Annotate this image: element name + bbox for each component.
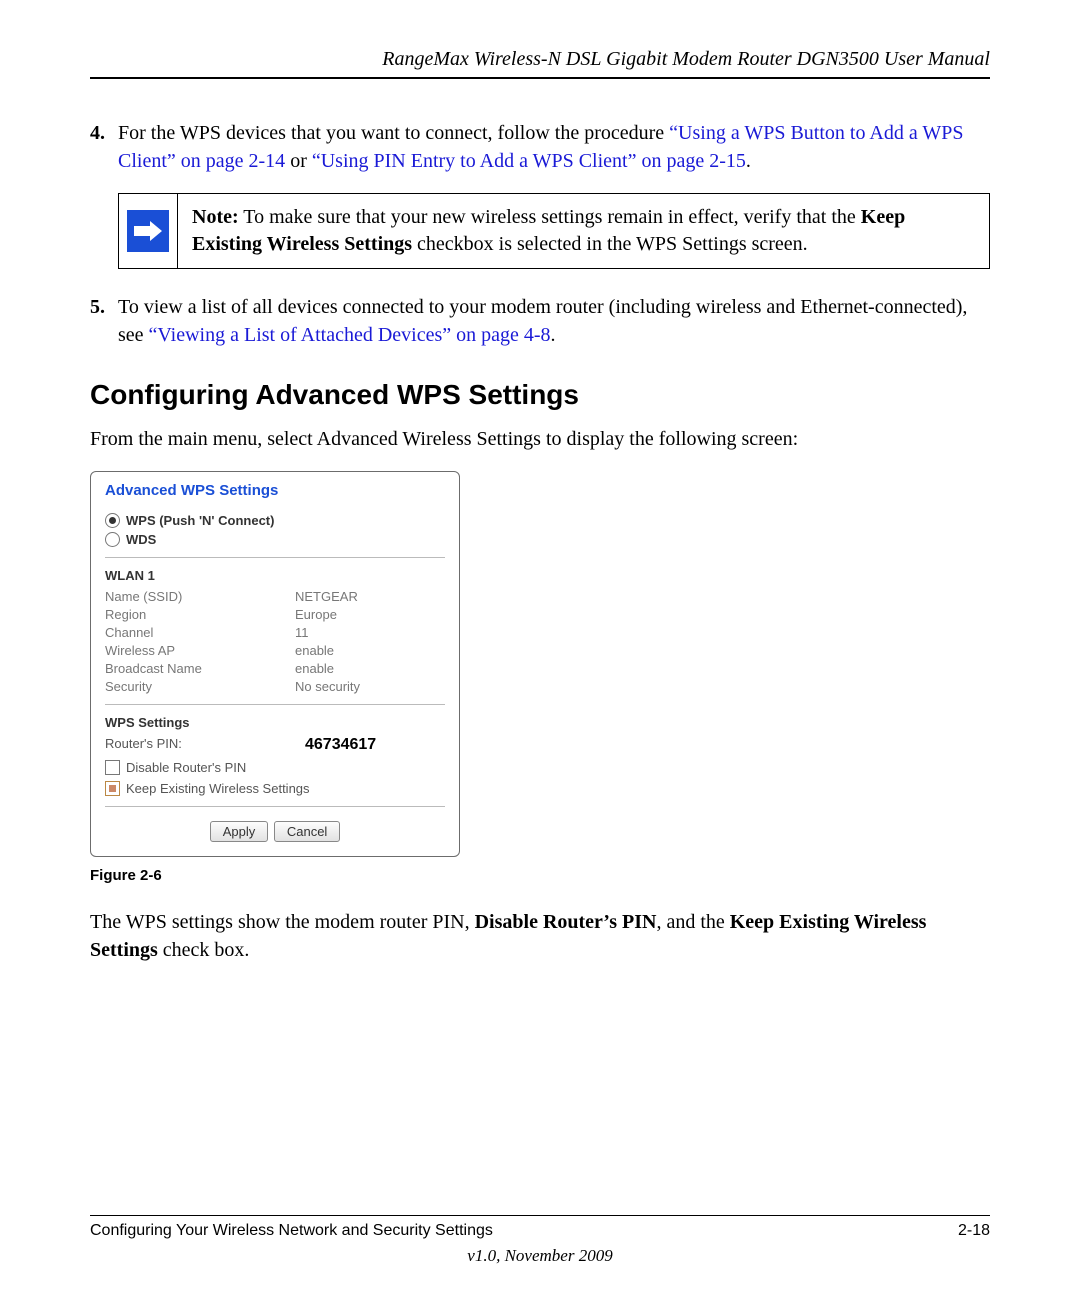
kv-row: RegionEurope [105, 607, 445, 622]
kv-row: Broadcast Nameenable [105, 661, 445, 676]
radio-wps[interactable]: WPS (Push 'N' Connect) [105, 513, 445, 528]
figure-caption: Figure 2-6 [90, 867, 990, 884]
kv-val: enable [295, 643, 334, 658]
page-number: 2-18 [958, 1222, 990, 1240]
step-4: 4. For the WPS devices that you want to … [90, 119, 990, 175]
arrow-right-icon [127, 210, 169, 252]
wlan-section: WLAN 1 Name (SSID)NETGEAR RegionEurope C… [105, 568, 445, 694]
note-icon-cell [119, 194, 178, 268]
advanced-wps-panel: Advanced WPS Settings WPS (Push 'N' Conn… [90, 471, 460, 857]
kv-key: Broadcast Name [105, 661, 295, 676]
text: For the WPS devices that you want to con… [118, 122, 669, 144]
section-heading: Configuring Advanced WPS Settings [90, 379, 990, 411]
step-num: 5. [90, 293, 118, 349]
step-5: 5. To view a list of all devices connect… [90, 293, 990, 349]
kv-val: Europe [295, 607, 337, 622]
kv-row-pin: Router's PIN: 46734617 [105, 736, 445, 754]
page-footer: Configuring Your Wireless Network and Se… [90, 1215, 990, 1266]
kv-val: No security [295, 679, 360, 694]
divider [105, 806, 445, 807]
radio-label: WPS (Push 'N' Connect) [126, 513, 274, 528]
text: . [746, 150, 751, 172]
step-num: 4. [90, 119, 118, 175]
button-row: Apply Cancel [105, 821, 445, 842]
kv-val: 11 [295, 625, 309, 640]
kv-val: NETGEAR [295, 589, 358, 604]
note-text: Note: To make sure that your new wireles… [178, 194, 989, 268]
footer-version: v1.0, November 2009 [90, 1246, 990, 1266]
kv-row: Wireless APenable [105, 643, 445, 658]
kv-key: Channel [105, 625, 295, 640]
note-box: Note: To make sure that your new wireles… [118, 193, 990, 269]
closing-paragraph: The WPS settings show the modem router P… [90, 908, 990, 964]
xref-link[interactable]: “Viewing a List of Attached Devices” on … [149, 324, 551, 346]
text: To make sure that your new wireless sett… [239, 206, 861, 228]
pin-label: Router's PIN: [105, 736, 305, 754]
running-header: RangeMax Wireless-N DSL Gigabit Modem Ro… [90, 48, 990, 79]
checkbox-icon [105, 760, 120, 775]
checkbox-disable-pin[interactable]: Disable Router's PIN [105, 760, 445, 775]
text: or [285, 150, 312, 172]
apply-button[interactable]: Apply [210, 821, 269, 842]
checkbox-label: Disable Router's PIN [126, 760, 246, 775]
bold-term: Disable Router’s PIN [475, 911, 657, 933]
text: . [551, 324, 556, 346]
intro-paragraph: From the main menu, select Advanced Wire… [90, 425, 990, 453]
panel-title: Advanced WPS Settings [105, 482, 445, 499]
wlan-heading: WLAN 1 [105, 568, 445, 583]
step-body: To view a list of all devices connected … [118, 293, 990, 349]
checkbox-keep-settings[interactable]: Keep Existing Wireless Settings [105, 781, 445, 796]
kv-key: Name (SSID) [105, 589, 295, 604]
kv-row: SecurityNo security [105, 679, 445, 694]
kv-key: Security [105, 679, 295, 694]
text: The WPS settings show the modem router P… [90, 911, 475, 933]
kv-row: Channel11 [105, 625, 445, 640]
xref-link[interactable]: “Using PIN Entry to Add a WPS Client” on… [312, 150, 746, 172]
kv-key: Wireless AP [105, 643, 295, 658]
divider [105, 557, 445, 558]
footer-chapter: Configuring Your Wireless Network and Se… [90, 1222, 493, 1240]
kv-key: Region [105, 607, 295, 622]
radio-label: WDS [126, 532, 156, 547]
checkbox-icon [105, 781, 120, 796]
pin-value: 46734617 [305, 736, 376, 754]
checkbox-label: Keep Existing Wireless Settings [126, 781, 310, 796]
note-label: Note: [192, 206, 239, 228]
text: check box. [158, 939, 250, 961]
wps-settings-heading: WPS Settings [105, 715, 445, 730]
divider [105, 704, 445, 705]
radio-wds[interactable]: WDS [105, 532, 445, 547]
radio-icon [105, 532, 120, 547]
text: checkbox is selected in the WPS Settings… [412, 233, 808, 255]
kv-row: Name (SSID)NETGEAR [105, 589, 445, 604]
kv-val: enable [295, 661, 334, 676]
radio-icon [105, 513, 120, 528]
cancel-button[interactable]: Cancel [274, 821, 340, 842]
text: , and the [656, 911, 729, 933]
step-body: For the WPS devices that you want to con… [118, 119, 990, 175]
